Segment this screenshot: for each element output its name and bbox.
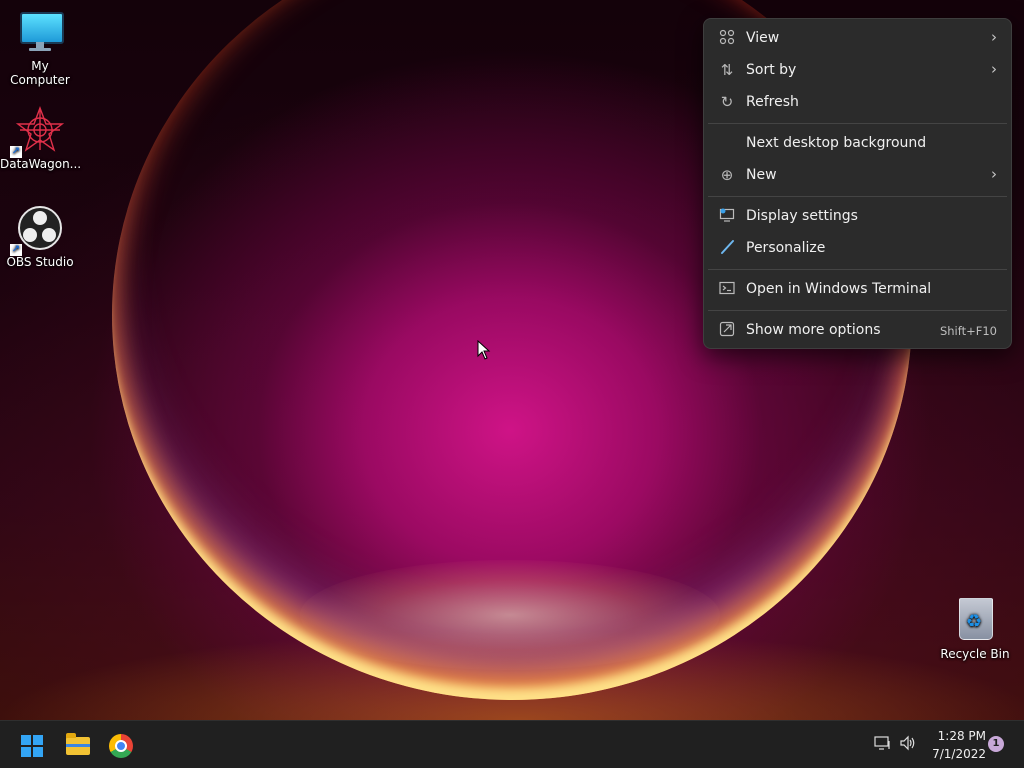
menu-item-view[interactable]: View ›	[708, 23, 1007, 53]
clock-time: 1:28 PM	[937, 729, 986, 743]
grid-icon	[718, 29, 736, 47]
menu-item-label: Display settings	[746, 208, 858, 224]
desktop-icon-label: DataWagon...	[0, 157, 82, 171]
chevron-right-icon: ›	[991, 60, 997, 78]
desktop-icon-recycle-bin[interactable]: ♻ Recycle Bin	[935, 596, 1015, 661]
menu-item-label: Next desktop background	[746, 135, 927, 151]
clock-date: 7/1/2022	[932, 747, 986, 761]
computer-icon	[16, 8, 64, 56]
menu-item-label: Show more options	[746, 322, 881, 338]
obs-icon: ↗	[10, 204, 64, 256]
menu-separator	[708, 310, 1007, 311]
system-clock[interactable]: 1:28 PM 7/1/2022	[928, 727, 986, 763]
windows-logo-icon	[21, 735, 43, 757]
file-explorer-button[interactable]	[58, 727, 94, 763]
menu-separator	[708, 123, 1007, 124]
desktop-icon-label: OBS Studio	[6, 255, 74, 269]
chrome-icon	[109, 734, 133, 758]
display-icon	[718, 207, 736, 225]
desktop-icon-datawagon[interactable]: ↗ DataWagon...	[0, 106, 82, 171]
desktop-icon-label: Recycle Bin	[940, 647, 1010, 661]
keyboard-shortcut: Shift+F10	[939, 324, 997, 338]
folder-icon	[66, 733, 90, 755]
menu-item-label: New	[746, 167, 777, 183]
menu-item-personalize[interactable]: Personalize	[708, 233, 1007, 263]
mouse-cursor-icon	[477, 340, 491, 360]
expand-icon	[718, 321, 736, 339]
datawagon-icon: ↗	[10, 106, 65, 158]
desktop-icon-my-computer[interactable]: My Computer	[0, 8, 80, 87]
start-button[interactable]	[13, 727, 49, 763]
wallpaper-ring-highlight	[300, 560, 720, 670]
notification-badge[interactable]: 1	[988, 736, 1004, 752]
shortcut-arrow-icon: ↗	[10, 244, 22, 256]
menu-item-open-in-windows-terminal[interactable]: Open in Windows Terminal	[708, 274, 1007, 304]
menu-item-label: Refresh	[746, 94, 799, 110]
menu-item-label: Open in Windows Terminal	[746, 281, 932, 297]
network-icon[interactable]	[874, 735, 892, 755]
menu-item-next-desktop-background[interactable]: Next desktop background	[708, 128, 1007, 158]
menu-item-sort-by[interactable]: ⇅ Sort by ›	[708, 55, 1007, 85]
chevron-right-icon: ›	[991, 28, 997, 46]
taskbar: 1:28 PM 7/1/2022 1	[0, 720, 1024, 768]
menu-item-refresh[interactable]: ↻ Refresh	[708, 87, 1007, 117]
terminal-icon	[718, 280, 736, 298]
sort-icon: ⇅	[720, 61, 734, 79]
desktop-icon-obs-studio[interactable]: ↗ OBS Studio	[0, 204, 80, 269]
desktop-icon-label: My Computer	[10, 59, 70, 87]
chrome-button[interactable]	[102, 727, 138, 763]
recycle-bin-icon: ♻	[951, 596, 999, 644]
menu-separator	[708, 269, 1007, 270]
menu-item-label: Personalize	[746, 240, 826, 256]
wallpaper-glow	[0, 600, 1024, 720]
menu-item-label: Sort by	[746, 62, 797, 78]
menu-item-new[interactable]: ⊕ New ›	[708, 160, 1007, 190]
menu-item-show-more-options[interactable]: Show more options Shift+F10	[708, 315, 1007, 345]
volume-icon[interactable]	[899, 735, 917, 755]
brush-icon	[718, 239, 736, 257]
desktop-context-menu: View › ⇅ Sort by › ↻ Refresh Next deskto…	[703, 18, 1012, 349]
menu-item-label: View	[746, 30, 780, 46]
menu-separator	[708, 196, 1007, 197]
chevron-right-icon: ›	[991, 165, 997, 183]
refresh-icon: ↻	[720, 93, 734, 111]
shortcut-arrow-icon: ↗	[10, 146, 22, 158]
menu-item-display-settings[interactable]: Display settings	[708, 201, 1007, 231]
plus-circle-icon: ⊕	[720, 166, 734, 184]
